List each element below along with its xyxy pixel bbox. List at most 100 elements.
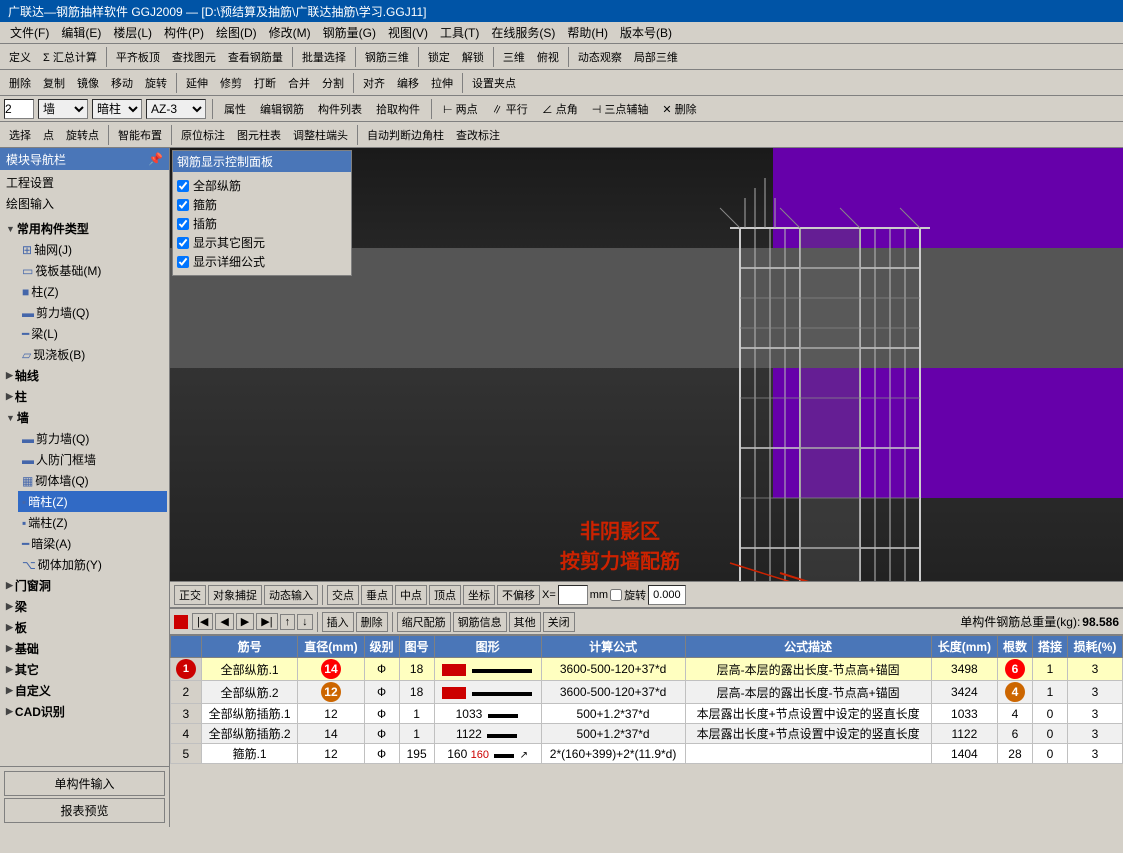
menu-edit[interactable]: 编辑(E): [55, 22, 107, 43]
nav-cad-recognition[interactable]: ▶ CAD识别: [2, 701, 167, 722]
btn-stretch[interactable]: 拉伸: [426, 72, 458, 94]
btn-next-page[interactable]: ▶: [236, 613, 254, 630]
nav-wall-section[interactable]: ▼ 墙: [2, 407, 167, 428]
btn-copy[interactable]: 复制: [38, 72, 70, 94]
btn-snap[interactable]: 对象捕捉: [208, 585, 262, 605]
menu-rebar[interactable]: 钢筋量(G): [317, 22, 382, 43]
table-row[interactable]: 2 全部纵筋.2 12 Ф 18 3080 3600-500-120+: [171, 681, 1123, 704]
nav-axisnet[interactable]: ⊞ 轴网(J): [18, 239, 167, 260]
btn-dynamic-input[interactable]: 动态输入: [264, 585, 318, 605]
btn-report-preview[interactable]: 报表预览: [4, 798, 165, 823]
nav-engineering-settings[interactable]: 工程设置: [2, 172, 167, 193]
nav-column[interactable]: ■ 柱(Z): [18, 281, 167, 302]
btn-align-slab[interactable]: 平齐板顶: [111, 46, 165, 68]
menu-version[interactable]: 版本号(B): [614, 22, 678, 43]
btn-property[interactable]: 属性: [219, 98, 251, 120]
nav-other[interactable]: ▶ 其它: [2, 659, 167, 680]
btn-calculate[interactable]: Σ 汇总计算: [38, 46, 102, 68]
nav-axis[interactable]: ▶ 轴线: [2, 365, 167, 386]
btn-element-list[interactable]: 构件列表: [313, 98, 367, 120]
nav-shear-wall-sub[interactable]: ▬ 剪力墙(Q): [18, 428, 167, 449]
nav-hidden-column[interactable]: ▪ 暗柱(Z): [18, 491, 167, 512]
btn-trim[interactable]: 修剪: [215, 72, 247, 94]
btn-other[interactable]: 其他: [509, 612, 541, 632]
table-row[interactable]: 4 全部纵筋插筋.2 14 Ф 1 1122 500+1.2*37*d 本层露出…: [171, 724, 1123, 744]
btn-two-points[interactable]: ⊢ 两点: [438, 98, 483, 120]
element-type-select[interactable]: 暗柱: [92, 99, 142, 119]
btn-no-offset[interactable]: 不偏移: [497, 585, 540, 605]
btn-local-3d[interactable]: 局部三维: [629, 46, 683, 68]
left-panel-pin[interactable]: 📌: [148, 152, 163, 166]
btn-3d[interactable]: 三维: [498, 46, 530, 68]
btn-vertex[interactable]: 顶点: [429, 585, 461, 605]
btn-rebar-info[interactable]: 钢筋信息: [453, 612, 507, 632]
menu-draw[interactable]: 绘图(D): [210, 22, 263, 43]
btn-dynamic[interactable]: 动态观察: [573, 46, 627, 68]
btn-set-grip[interactable]: 设置夹点: [467, 72, 521, 94]
nav-beam[interactable]: ━ 梁(L): [18, 323, 167, 344]
nav-cast-slab[interactable]: ▱ 现浇板(B): [18, 344, 167, 365]
btn-delete[interactable]: 删除: [4, 72, 36, 94]
floor-input[interactable]: 2: [4, 99, 34, 119]
btn-extend[interactable]: 延伸: [181, 72, 213, 94]
nav-door-window[interactable]: ▶ 门窗洞: [2, 575, 167, 596]
btn-insert[interactable]: 插入: [322, 612, 354, 632]
nav-column-section[interactable]: ▶ 柱: [2, 386, 167, 407]
btn-mirror[interactable]: 镜像: [72, 72, 104, 94]
btn-midpoint[interactable]: 中点: [395, 585, 427, 605]
btn-rotate-point[interactable]: 旋转点: [61, 124, 104, 146]
btn-rotate[interactable]: 旋转: [140, 72, 172, 94]
btn-last-page[interactable]: ▶|: [256, 613, 277, 630]
btn-column-table[interactable]: 图元柱表: [232, 124, 286, 146]
nav-masonry-rebar[interactable]: ⌥ 砌体加筋(Y): [18, 554, 167, 575]
btn-first-page[interactable]: |◀: [192, 613, 213, 630]
cb-show-formula-input[interactable]: [177, 256, 189, 268]
nav-drawing-input[interactable]: 绘图输入: [2, 193, 167, 214]
btn-move-down[interactable]: ↓: [297, 614, 313, 630]
btn-split[interactable]: 分割: [317, 72, 349, 94]
menu-help[interactable]: 帮助(H): [561, 22, 614, 43]
btn-corner-angle[interactable]: ∠ 点角: [537, 98, 583, 120]
btn-parallel[interactable]: ∥ 平行: [487, 98, 533, 120]
menu-floor[interactable]: 楼层(L): [107, 22, 158, 43]
nav-civil-defense[interactable]: ▬ 人防门框墙: [18, 449, 167, 470]
nav-common-elements[interactable]: ▼ 常用构件类型: [2, 218, 167, 239]
btn-intersection[interactable]: 交点: [327, 585, 359, 605]
cb-insert-rebar-input[interactable]: [177, 218, 189, 230]
btn-view-rebar[interactable]: 查看钢筋量: [223, 46, 288, 68]
nav-masonry-wall[interactable]: ▦ 砌体墙(Q): [18, 470, 167, 491]
btn-rebar-3d[interactable]: 钢筋三维: [360, 46, 414, 68]
menu-view[interactable]: 视图(V): [382, 22, 434, 43]
btn-in-place-mark[interactable]: 原位标注: [176, 124, 230, 146]
btn-top-view[interactable]: 俯视: [532, 46, 564, 68]
btn-pick-element[interactable]: 拾取构件: [371, 98, 425, 120]
menu-tools[interactable]: 工具(T): [434, 22, 485, 43]
btn-perpendicular[interactable]: 垂点: [361, 585, 393, 605]
btn-remove[interactable]: 删除: [356, 612, 388, 632]
nav-slab-section[interactable]: ▶ 板: [2, 617, 167, 638]
btn-auto-judge-corner[interactable]: 自动判断边角柱: [362, 124, 449, 146]
btn-close[interactable]: 关闭: [543, 612, 575, 632]
btn-edit-rebar[interactable]: 编辑钢筋: [255, 98, 309, 120]
btn-break[interactable]: 打断: [249, 72, 281, 94]
nav-hidden-beam[interactable]: ━ 暗梁(A): [18, 533, 167, 554]
btn-scale-rebar[interactable]: 缩尺配筋: [397, 612, 451, 632]
table-row[interactable]: 5 箍筋.1 12 Ф 195 160 160 ↗ 2*(160+39: [171, 744, 1123, 764]
btn-smart-place[interactable]: 智能布置: [113, 124, 167, 146]
btn-delete-aux[interactable]: ✕ 删除: [657, 98, 701, 120]
btn-lock[interactable]: 锁定: [423, 46, 455, 68]
cb-all-rebar-input[interactable]: [177, 180, 189, 192]
menu-element[interactable]: 构件(P): [158, 22, 210, 43]
btn-ortho[interactable]: 正交: [174, 585, 206, 605]
nav-beam-section[interactable]: ▶ 梁: [2, 596, 167, 617]
nav-foundation[interactable]: ▶ 基础: [2, 638, 167, 659]
wall-type-select[interactable]: 墙: [38, 99, 88, 119]
btn-coord-mode[interactable]: 坐标: [463, 585, 495, 605]
btn-prev-page[interactable]: ◀: [215, 613, 233, 630]
btn-select[interactable]: 选择: [4, 124, 36, 146]
btn-align[interactable]: 对齐: [358, 72, 390, 94]
table-row[interactable]: 3 全部纵筋插筋.1 12 Ф 1 1033 500+1.2*37*d 本层露出…: [171, 704, 1123, 724]
menu-file[interactable]: 文件(F): [4, 22, 55, 43]
rotate-checkbox[interactable]: [610, 589, 622, 601]
nav-custom[interactable]: ▶ 自定义: [2, 680, 167, 701]
